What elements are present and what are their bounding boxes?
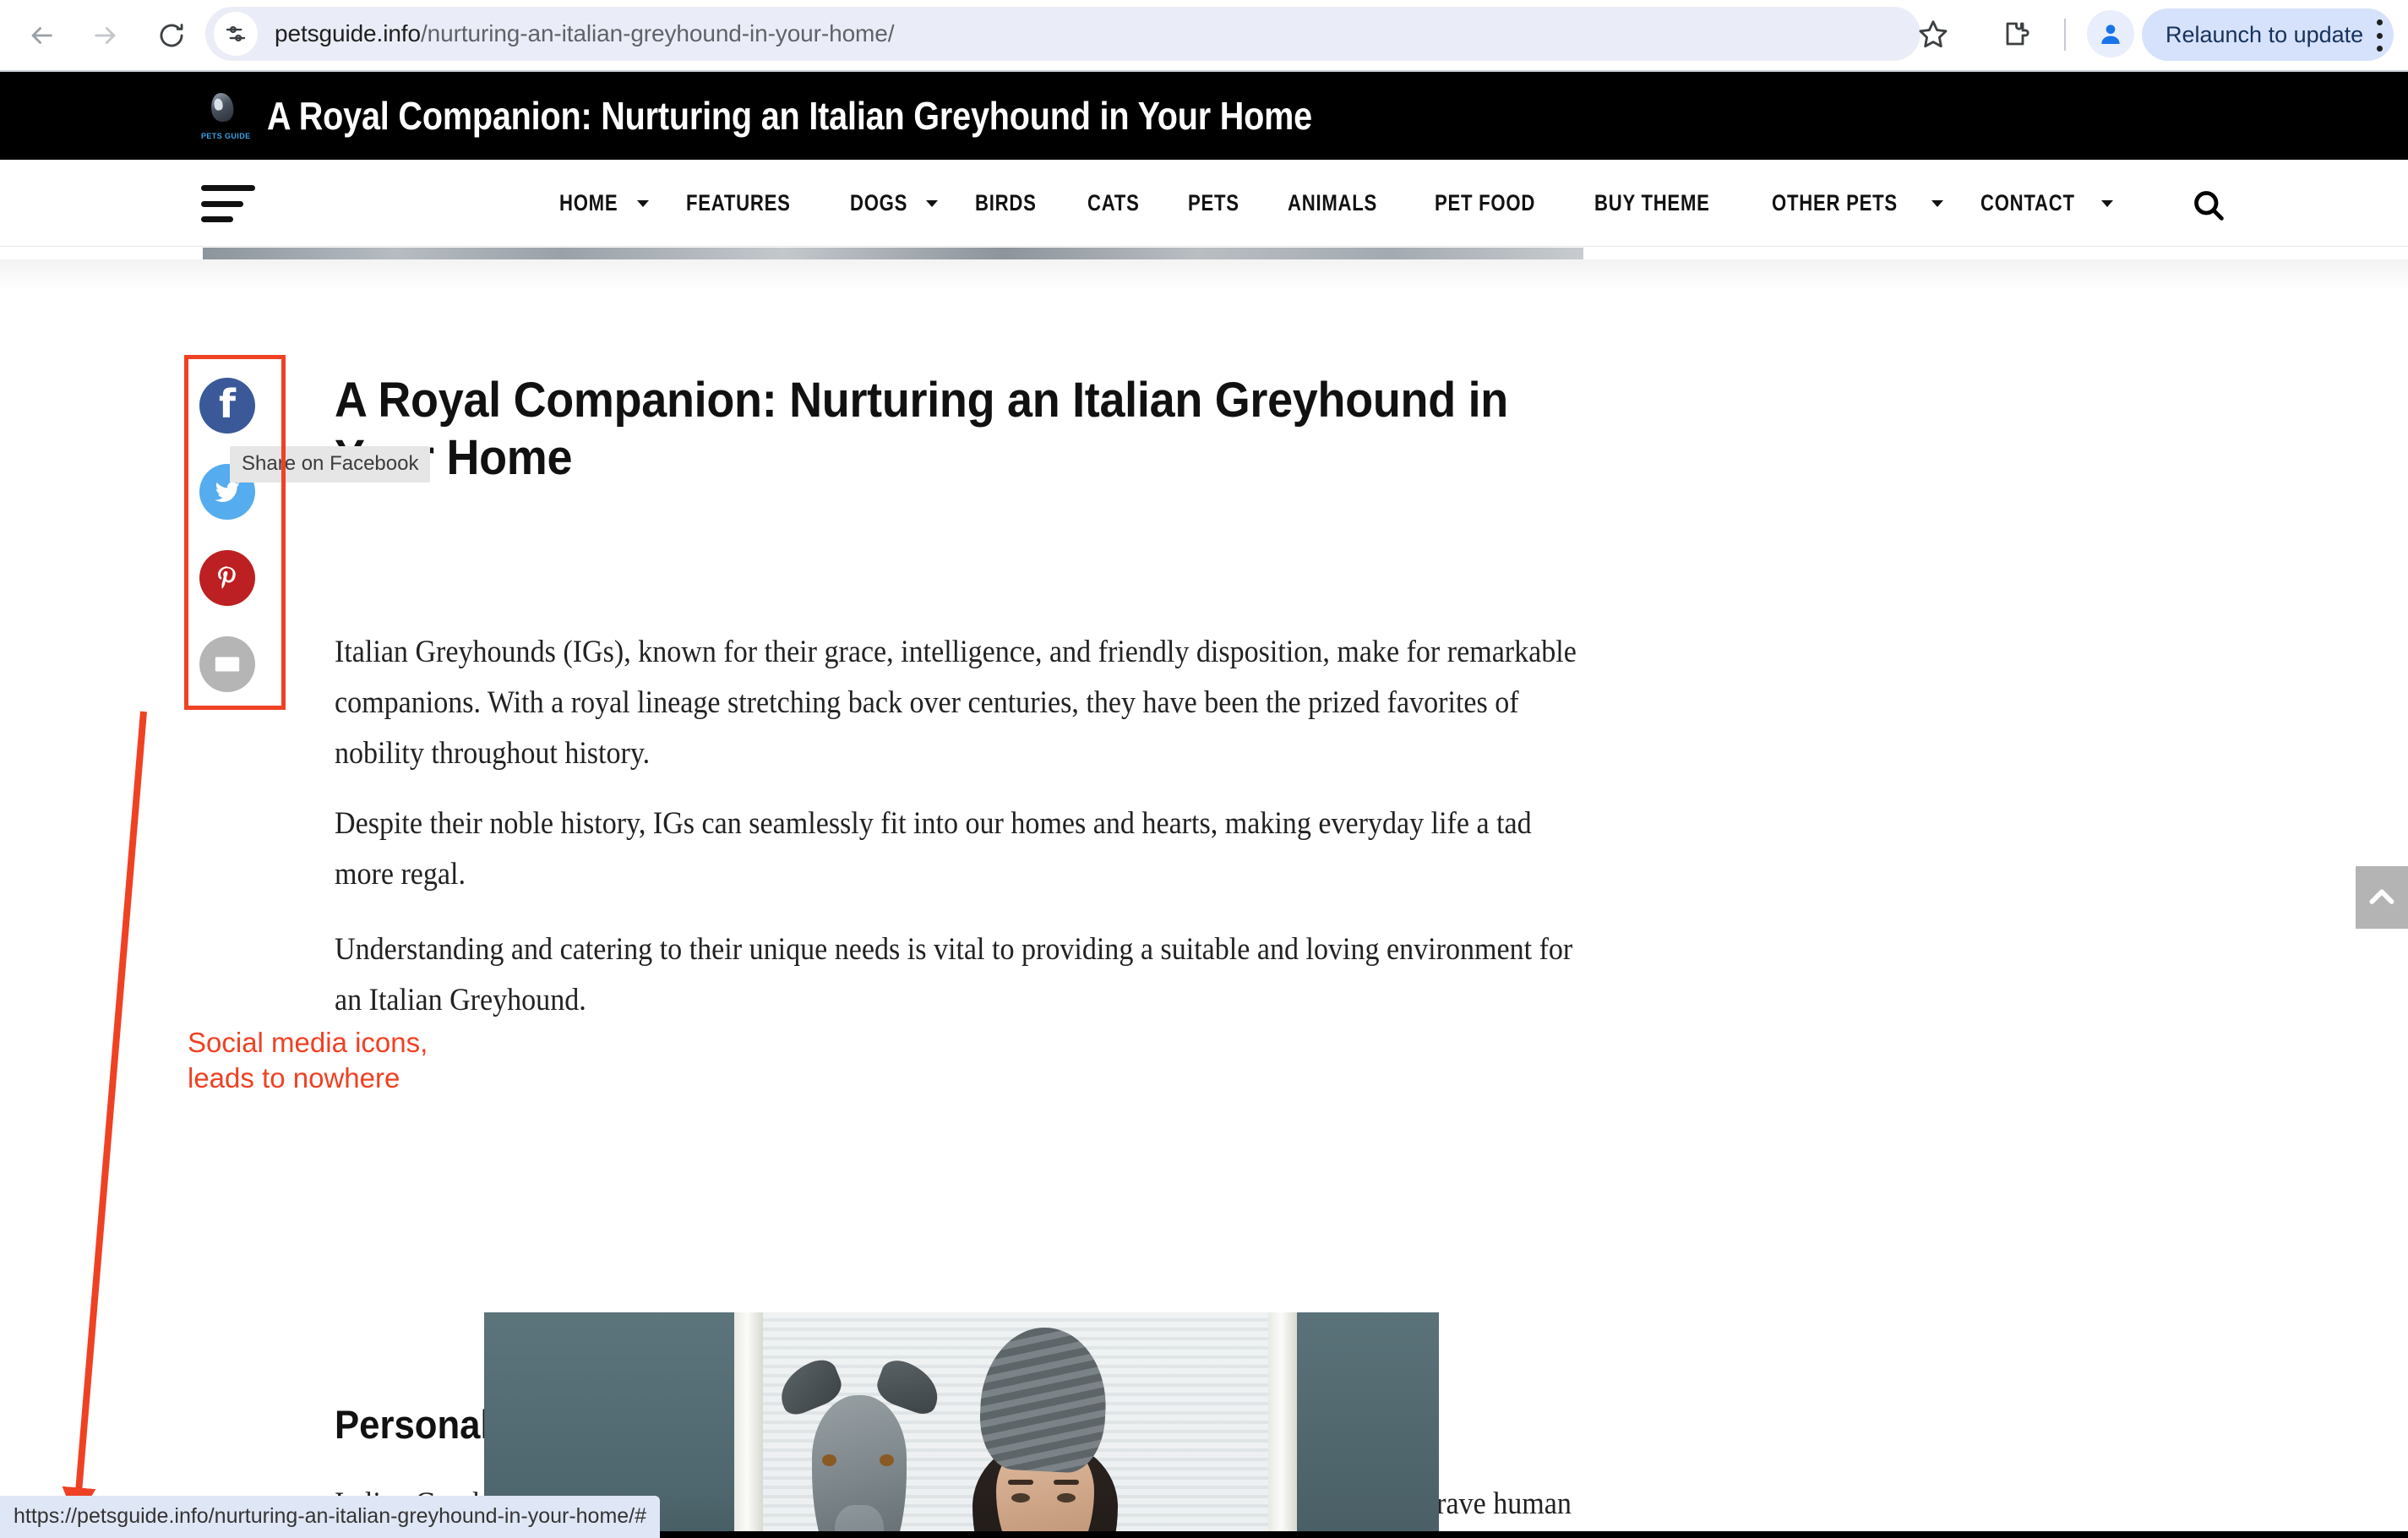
hero-image-sliver <box>203 248 1583 259</box>
relaunch-label: Relaunch to update <box>2166 21 2364 47</box>
nav-menu: HOME FEATURES DOGS BIRDS CATS PETS ANIMA… <box>541 160 2132 247</box>
chevron-down-icon <box>926 199 939 207</box>
photo-window-frame <box>1268 1312 1297 1538</box>
annotation-text: Social media icons, leads to nowhere <box>188 1027 428 1094</box>
nav-item-birds[interactable]: BIRDS <box>956 160 1069 247</box>
nav-item-label: PET FOOD <box>1434 190 1535 215</box>
reload-icon <box>160 24 183 47</box>
main-navigation: HOME FEATURES DOGS BIRDS CATS PETS ANIMA… <box>0 160 2408 247</box>
browser-toolbar: petsguide.info/nurturing-an-italian-grey… <box>0 0 2408 71</box>
menu-dot <box>2376 32 2383 39</box>
nav-item-label: CATS <box>1087 190 1140 215</box>
photo-woman-brow <box>1008 1480 1033 1485</box>
search-icon <box>2194 191 2224 221</box>
reload-button[interactable] <box>145 9 198 62</box>
site-info-button[interactable] <box>214 12 258 56</box>
chevron-down-icon <box>2101 199 2114 207</box>
account-avatar-icon <box>2101 25 2120 44</box>
nav-item-buy-theme[interactable]: BUY THEME <box>1576 160 1754 247</box>
search-button[interactable] <box>2187 183 2231 227</box>
nav-item-features[interactable]: FEATURES <box>667 160 832 247</box>
photo-woman-eye <box>1057 1493 1076 1503</box>
nav-item-label: HOME <box>559 190 618 215</box>
nav-item-dogs[interactable]: DOGS <box>831 160 956 247</box>
address-bar-text: petsguide.info/nurturing-an-italian-grey… <box>275 20 895 47</box>
nav-item-home[interactable]: HOME <box>541 160 667 247</box>
hamburger-line <box>201 216 233 222</box>
chrome-menu-button[interactable] <box>2361 15 2398 56</box>
nav-item-label: FEATURES <box>685 190 791 215</box>
site-banner-title: A Royal Companion: Nurturing an Italian … <box>267 94 1313 138</box>
relaunch-to-update-button[interactable]: Relaunch to update <box>2142 8 2394 61</box>
article-paragraph: Despite their noble history, IGs can sea… <box>335 806 1532 892</box>
nav-item-contact[interactable]: CONTACT <box>1962 160 2132 247</box>
back-arrow-icon <box>31 27 52 44</box>
nav-item-label: BIRDS <box>975 190 1038 215</box>
nav-item-animals[interactable]: ANIMALS <box>1269 160 1415 247</box>
photo-dog-eye <box>822 1454 836 1466</box>
nav-item-label: DOGS <box>850 190 908 215</box>
chevron-up-icon <box>2369 889 2394 904</box>
scroll-to-top-button[interactable] <box>2356 866 2408 929</box>
nav-item-label: ANIMALS <box>1288 190 1378 215</box>
menu-dot <box>2376 46 2383 52</box>
article-paragraph: Italian Greyhounds (IGs), known for thei… <box>335 635 1577 771</box>
photo-woman-brow <box>1054 1480 1079 1485</box>
status-bar-url: https://petsguide.info/nurturing-an-ital… <box>0 1496 661 1538</box>
site-logo-text: PETS GUIDE <box>201 132 251 140</box>
nav-item-cats[interactable]: CATS <box>1069 160 1169 247</box>
photo-window-frame <box>734 1312 763 1538</box>
dog-logo-icon <box>209 91 236 123</box>
puzzle-piece-icon <box>2006 22 2029 46</box>
chevron-down-icon <box>1931 199 1943 207</box>
back-button[interactable] <box>15 9 68 62</box>
url-host: petsguide.info <box>275 20 421 46</box>
address-bar[interactable]: petsguide.info/nurturing-an-italian-grey… <box>205 7 1920 61</box>
menu-dot <box>2376 19 2383 25</box>
hamburger-menu-icon[interactable] <box>201 185 255 222</box>
forward-arrow-icon <box>95 27 116 44</box>
nav-item-label: PETS <box>1188 190 1239 215</box>
star-icon <box>1919 20 1948 48</box>
nav-item-label: BUY THEME <box>1594 190 1710 215</box>
article-body: A Royal Companion: Nurturing an Italian … <box>335 372 1585 1538</box>
page-title: A Royal Companion: Nurturing an Italian … <box>335 373 1508 486</box>
extensions-button[interactable] <box>1990 8 2040 59</box>
site-logo[interactable]: PETS GUIDE <box>201 91 251 140</box>
forward-button[interactable] <box>79 9 132 62</box>
profile-button[interactable] <box>2087 10 2134 57</box>
toolbar-divider <box>2064 19 2066 51</box>
page-viewport: PETS GUIDE A Royal Companion: Nurturing … <box>0 72 2408 1538</box>
hamburger-line <box>201 200 243 207</box>
nav-item-pets[interactable]: PETS <box>1169 160 1269 247</box>
nav-item-pet-food[interactable]: PET FOOD <box>1416 160 1576 247</box>
nav-item-label: OTHER PETS <box>1772 190 1899 215</box>
hamburger-line <box>201 185 255 191</box>
nav-item-other-pets[interactable]: OTHER PETS <box>1753 160 1962 247</box>
site-banner: PETS GUIDE A Royal Companion: Nurturing … <box>0 72 2408 160</box>
nav-item-label: CONTACT <box>1980 190 2075 215</box>
chevron-down-icon <box>636 199 649 207</box>
bookmark-button[interactable] <box>1908 8 1959 59</box>
photo-dog-eye <box>880 1454 894 1466</box>
url-path: /nurturing-an-italian-greyhound-in-your-… <box>420 20 895 46</box>
annotation-highlight-box <box>184 355 286 710</box>
article-paragraph: Understanding and catering to their uniq… <box>335 932 1573 1017</box>
site-settings-icon <box>226 25 246 42</box>
photo-woman-eye <box>1011 1493 1030 1503</box>
content-top-shade <box>0 259 2408 290</box>
photo-wall-right <box>1287 1312 1439 1538</box>
